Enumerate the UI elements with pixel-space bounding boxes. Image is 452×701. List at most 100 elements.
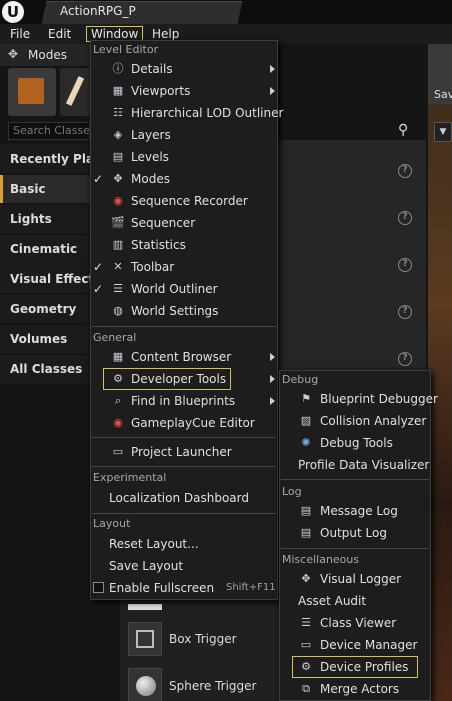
category-cinematic[interactable]: Cinematic — [0, 235, 92, 263]
box-trigger-item[interactable]: Box Trigger — [169, 632, 237, 646]
viewport-options-dropdown[interactable]: ▼ — [434, 122, 452, 142]
menu-item-content-browser[interactable]: ▦ Content Browser — [92, 346, 276, 368]
document-tab-label: ActionRPG_P — [60, 4, 136, 18]
menu-item-sequencer[interactable]: 🎬 Sequencer — [92, 212, 276, 234]
paint-mode-tool[interactable] — [60, 68, 92, 116]
search-icon[interactable]: ⚲ — [398, 122, 416, 140]
menu-item-collision-analyzer[interactable]: ▨ Collision Analyzer — [281, 410, 429, 432]
section-debug: Debug — [282, 373, 319, 386]
menu-item-label: Layers — [131, 128, 171, 142]
menu-item-device-profiles[interactable]: ⚙ Device Profiles — [281, 656, 429, 678]
menu-item-modes[interactable]: ✓ ✥ Modes — [92, 168, 276, 190]
menu-item-class-viewer[interactable]: ☰ Class Viewer — [281, 612, 429, 634]
level-viewport[interactable] — [428, 44, 452, 701]
menu-edit[interactable]: Edit — [44, 26, 75, 42]
sphere-trigger-icon — [128, 668, 162, 701]
menu-item-statistics[interactable]: ▥ Statistics — [92, 234, 276, 256]
menu-item-label: Reset Layout... — [109, 537, 199, 551]
levels-icon: ▤ — [112, 150, 124, 163]
menu-item-label: Save Layout — [109, 559, 184, 573]
menu-file[interactable]: File — [6, 26, 34, 42]
menu-item-layers[interactable]: ◈ Layers — [92, 124, 276, 146]
sphere-trigger-item[interactable]: Sphere Trigger — [169, 679, 256, 693]
menu-item-label: Sequencer — [131, 216, 196, 230]
section-experimental: Experimental — [93, 471, 167, 484]
menu-separator — [92, 437, 276, 438]
menu-item-world-outliner[interactable]: ✓ ☰ World Outliner — [92, 278, 276, 300]
category-visual-effects[interactable]: Visual Effects — [0, 265, 92, 293]
item-thumbnail-partial — [128, 604, 162, 610]
menu-separator — [92, 466, 276, 467]
modes-icon: ✥ — [8, 47, 19, 61]
submenu-arrow-icon — [270, 375, 275, 383]
menu-item-project-launcher[interactable]: ▭ Project Launcher — [92, 441, 276, 463]
menu-item-label: Output Log — [320, 526, 387, 540]
help-icon[interactable]: ? — [398, 305, 412, 319]
menu-item-message-log[interactable]: ▤ Message Log — [281, 500, 429, 522]
content-browser-icon: ▦ — [112, 350, 124, 363]
menu-item-label: Blueprint Debugger — [320, 392, 438, 406]
menu-item-label: Collision Analyzer — [320, 414, 427, 428]
menu-item-label: World Outliner — [131, 282, 218, 296]
save-button-label[interactable]: Sav — [434, 88, 452, 101]
category-basic[interactable]: Basic — [0, 175, 92, 203]
menu-item-label: Message Log — [320, 504, 398, 518]
menu-item-visual-logger[interactable]: ✥ Visual Logger — [281, 568, 429, 590]
fullscreen-checkbox[interactable] — [93, 582, 104, 593]
menu-item-find-in-blueprints[interactable]: ⌕ Find in Blueprints — [92, 390, 276, 412]
category-recently-placed[interactable]: Recently Placed — [0, 145, 92, 173]
menu-item-world-settings[interactable]: ◍ World Settings — [92, 300, 276, 322]
menu-item-sequence-recorder[interactable]: ◉ Sequence Recorder — [92, 190, 276, 212]
help-icon[interactable]: ? — [398, 258, 412, 272]
search-classes-input[interactable]: Search Classes — [8, 122, 90, 140]
menu-item-label: Developer Tools — [131, 372, 227, 386]
menu-item-levels[interactable]: ▤ Levels — [92, 146, 276, 168]
menu-item-device-manager[interactable]: ▭ Device Manager — [281, 634, 429, 656]
viewports-icon: ▦ — [112, 84, 124, 97]
record-icon: ◉ — [113, 194, 123, 207]
menu-item-merge-actors[interactable]: ⧉ Merge Actors — [281, 678, 429, 700]
menu-item-label: Asset Audit — [298, 594, 367, 608]
check-icon: ✓ — [93, 282, 104, 296]
category-geometry[interactable]: Geometry — [0, 295, 92, 323]
menu-item-label: Device Profiles — [320, 660, 409, 674]
section-log: Log — [282, 485, 302, 498]
category-all-classes[interactable]: All Classes — [0, 355, 92, 383]
world-settings-icon: ◍ — [113, 304, 123, 317]
help-icon[interactable]: ? — [398, 211, 412, 225]
visual-logger-icon: ✥ — [301, 572, 311, 585]
help-icon[interactable]: ? — [398, 352, 412, 366]
menu-item-gameplaycue-editor[interactable]: ◉ GameplayCue Editor — [92, 412, 276, 434]
launcher-icon: ▭ — [112, 445, 124, 458]
submenu-arrow-icon — [270, 87, 275, 95]
debug-tools-icon: ✺ — [301, 436, 311, 449]
menu-item-enable-fullscreen[interactable]: Enable Fullscreen Shift+F11 — [92, 577, 276, 599]
menu-item-localization-dashboard[interactable]: Localization Dashboard — [92, 487, 276, 509]
hlod-icon: ☷ — [113, 106, 123, 119]
menu-item-output-log[interactable]: ▤ Output Log — [281, 522, 429, 544]
menu-item-reset-layout[interactable]: Reset Layout... — [92, 533, 276, 555]
menu-item-debug-tools[interactable]: ✺ Debug Tools — [281, 432, 429, 454]
menu-item-hlod-outliner[interactable]: ☷ Hierarchical LOD Outliner — [92, 102, 283, 124]
category-lights[interactable]: Lights — [0, 205, 92, 233]
menu-item-developer-tools[interactable]: ⚙ Developer Tools — [92, 368, 276, 390]
category-volumes[interactable]: Volumes — [0, 325, 92, 353]
menu-item-label: Toolbar — [131, 260, 175, 274]
menu-item-toolbar[interactable]: ✓ ✕ Toolbar — [92, 256, 276, 278]
menu-item-label: Find in Blueprints — [131, 394, 236, 408]
menu-item-label: Levels — [131, 150, 169, 164]
place-mode-tool[interactable] — [8, 68, 56, 116]
menu-item-details[interactable]: ⓘ Details — [92, 58, 276, 80]
statistics-icon: ▥ — [112, 238, 124, 251]
merge-actors-icon: ⧉ — [302, 682, 310, 695]
menu-item-label: Content Browser — [131, 350, 232, 364]
menu-item-blueprint-debugger[interactable]: ⚑ Blueprint Debugger — [281, 388, 438, 410]
modes-icon: ✥ — [113, 172, 123, 185]
menu-item-save-layout[interactable]: Save Layout — [92, 555, 276, 577]
help-icon[interactable]: ? — [398, 164, 412, 178]
submenu-arrow-icon — [270, 353, 275, 361]
menu-item-viewports[interactable]: ▦ Viewports — [92, 80, 276, 102]
menu-item-profile-data-visualizer[interactable]: Profile Data Visualizer — [281, 454, 429, 476]
menu-item-label: Class Viewer — [320, 616, 397, 630]
menu-item-asset-audit[interactable]: Asset Audit — [281, 590, 429, 612]
